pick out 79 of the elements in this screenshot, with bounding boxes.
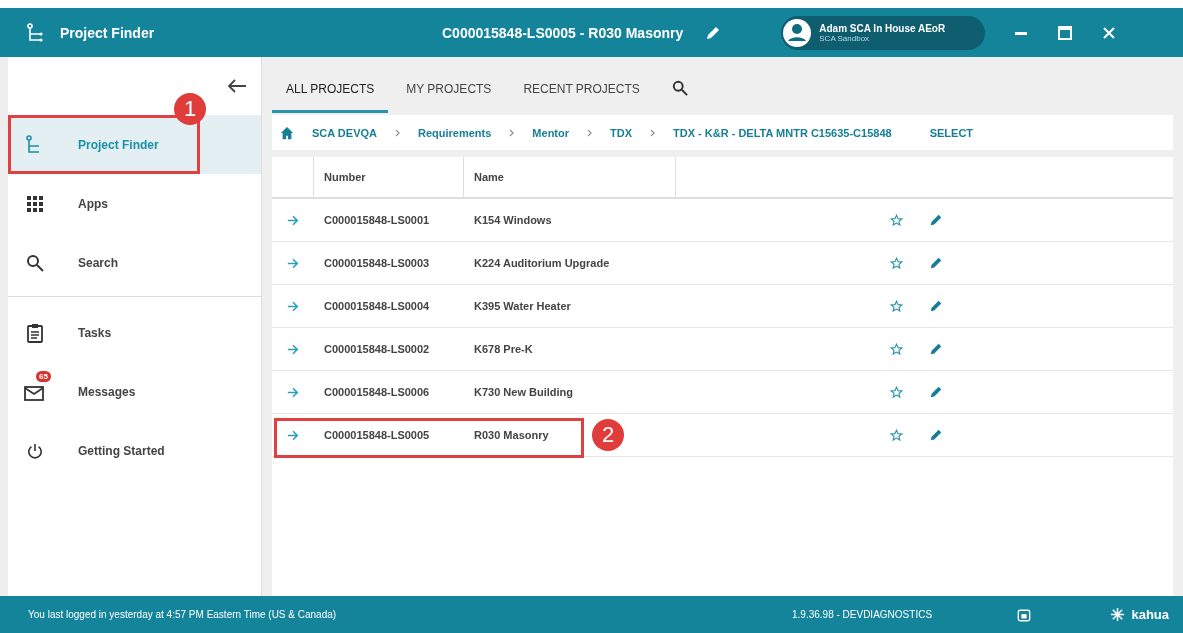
table-cell-text: K678 Pre-K xyxy=(473,343,533,355)
table-cell-text: K154 Windows xyxy=(473,214,552,226)
table-cell-text: C000015848-LS0003 xyxy=(323,257,431,269)
power-icon xyxy=(27,442,43,459)
close-icon[interactable] xyxy=(1101,24,1118,41)
table-cell-text: K395 Water Heater xyxy=(473,300,571,312)
table-cell-text: C000015848-LS0004 xyxy=(323,300,431,312)
app-title: Project Finder xyxy=(60,24,156,41)
table-row[interactable]: C000015848-LS0002 K678 Pre-K xyxy=(272,328,1173,371)
arrow-icon[interactable] xyxy=(287,257,299,269)
arrow-icon[interactable] xyxy=(287,300,299,312)
user-chip[interactable]: Adam SCA In House AEoR SCA Sandbox xyxy=(781,15,986,50)
breadcrumb-link[interactable]: TDX - K&R - DELTA MNTR C15635-C15848 xyxy=(673,126,892,139)
maximize-icon[interactable] xyxy=(1057,24,1074,41)
table-cell-text: K730 New Building xyxy=(473,386,574,398)
search-icon[interactable] xyxy=(671,80,688,96)
arrow-icon[interactable] xyxy=(287,386,299,398)
callout-number: 2 xyxy=(592,419,624,451)
last-login-text: You last logged in yesterday at 4:57 PM Eastern Time (US & Canada) xyxy=(28,609,338,620)
count-badge: 65 xyxy=(36,370,51,382)
grid-icon xyxy=(26,194,44,213)
sidebar-item[interactable]: 65 Messages xyxy=(8,362,261,421)
edit-icon[interactable] xyxy=(929,428,943,442)
calendar-icon[interactable] xyxy=(1017,607,1031,622)
breadcrumb-link[interactable]: Mentor xyxy=(532,126,570,139)
breadcrumb-link[interactable]: SCA DEVQA xyxy=(312,126,377,139)
home-icon[interactable] xyxy=(280,125,294,140)
user-name: Adam SCA In House AEoR xyxy=(819,22,946,34)
star-icon[interactable] xyxy=(890,428,903,442)
table-cell-text: K224 Auditorium Upgrade xyxy=(473,257,610,269)
star-icon[interactable] xyxy=(890,385,903,399)
project-title: C000015848-LS0005 - R030 Masonry xyxy=(442,24,684,41)
star-icon[interactable] xyxy=(890,299,903,313)
edit-icon[interactable] xyxy=(929,385,943,399)
version-text: 1.9.36.98 - DEVDIAGNOSTICS xyxy=(792,609,934,620)
search-icon xyxy=(26,253,44,272)
arrow-icon[interactable] xyxy=(287,214,299,226)
star-icon[interactable] xyxy=(890,213,903,227)
table-cell-text: C000015848-LS0005 xyxy=(323,429,431,441)
arrow-icon[interactable] xyxy=(287,343,299,355)
breadcrumb-link[interactable]: TDX xyxy=(610,126,633,139)
chevron-icon xyxy=(587,128,593,137)
clipboard-icon xyxy=(26,322,44,343)
arrow-icon[interactable] xyxy=(287,429,299,441)
sidebar-item[interactable]: Apps xyxy=(8,174,261,233)
sidebar-item[interactable]: Tasks xyxy=(8,303,261,362)
table-cell-text: C000015848-LS0001 xyxy=(323,214,431,226)
avatar-icon xyxy=(783,18,812,47)
tab[interactable]: MY PROJECTS xyxy=(392,63,506,113)
table-row[interactable]: C000015848-LS0004 K395 Water Heater xyxy=(272,285,1173,328)
brand-name: kahua xyxy=(1131,607,1169,622)
edit-icon[interactable] xyxy=(929,342,943,356)
table-cell-text: R030 Masonry xyxy=(473,429,549,441)
chevron-icon xyxy=(650,128,656,137)
callout-number: 1 xyxy=(174,93,206,125)
table-cell-text: C000015848-LS0002 xyxy=(323,343,431,355)
table-cell-text: C000015848-LS0006 xyxy=(323,386,431,398)
column-header: Name xyxy=(464,157,676,197)
column-header: Number xyxy=(314,157,464,197)
chevron-icon xyxy=(509,128,515,137)
sidebar-item[interactable]: Search xyxy=(8,233,261,292)
edit-icon[interactable] xyxy=(705,24,722,41)
logo-icon xyxy=(1110,607,1126,622)
chevron-icon xyxy=(395,128,400,137)
star-icon[interactable] xyxy=(890,342,903,356)
edit-icon[interactable] xyxy=(929,299,943,313)
edit-icon[interactable] xyxy=(929,256,943,270)
table-row[interactable]: C000015848-LS0003 K224 Auditorium Upgrade xyxy=(272,242,1173,285)
star-icon[interactable] xyxy=(890,256,903,270)
breadcrumb-link[interactable]: Requirements xyxy=(418,126,492,139)
table-row[interactable]: C000015848-LS0001 K154 Windows xyxy=(272,199,1173,242)
back-arrow-icon[interactable] xyxy=(227,78,247,94)
table-row[interactable]: C000015848-LS0006 K730 New Building xyxy=(272,371,1173,414)
select-link[interactable]: SELECT xyxy=(929,126,974,139)
user-org: SCA Sandbox xyxy=(819,33,871,43)
edit-icon[interactable] xyxy=(929,213,943,227)
tab[interactable]: RECENT PROJECTS xyxy=(509,63,654,113)
tab[interactable]: ALL PROJECTS xyxy=(272,63,389,113)
sidebar-item[interactable]: Getting Started xyxy=(8,421,261,480)
